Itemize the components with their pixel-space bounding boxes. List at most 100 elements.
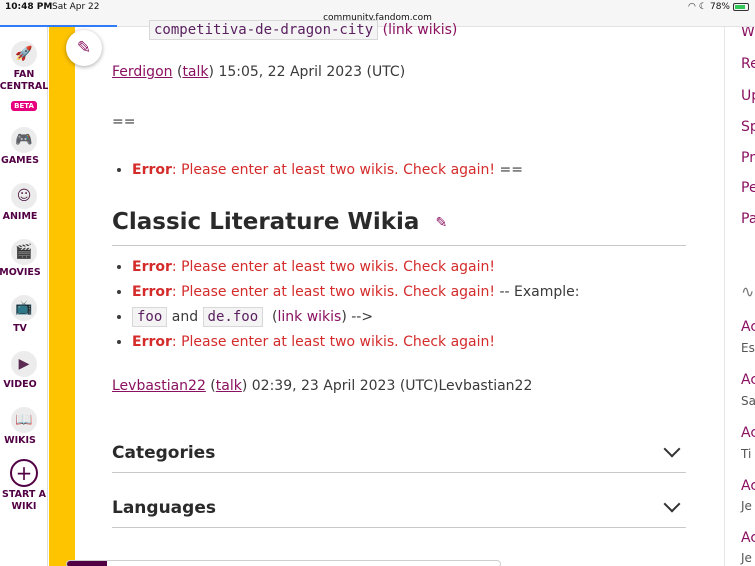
list-item: Error: Please enter at least two wikis. … — [132, 158, 523, 183]
right-rail-link[interactable]: Re — [741, 56, 755, 72]
categories-toggle[interactable]: Categories — [112, 433, 686, 473]
talk-link-2[interactable]: talk — [216, 378, 242, 394]
section-title: Classic Literature Wikia — [112, 209, 420, 235]
rail-item-fan-central[interactable]: 🚀 FAN CENTRAL BETA — [0, 41, 48, 112]
rail-label-movies: MOVIES — [0, 267, 41, 278]
right-rail-link[interactable]: Pr — [741, 150, 755, 166]
battery-icon — [733, 3, 749, 11]
edit-section-icon[interactable]: ✎ — [435, 215, 447, 231]
pencil-icon: ✎ — [76, 38, 92, 58]
rail-item-video[interactable]: ▶ VIDEO — [0, 351, 48, 391]
error-list-1: Error: Please enter at least two wikis. … — [132, 158, 523, 183]
rail-label-games: GAMES — [1, 155, 39, 166]
fandom-rail: 🚀 FAN CENTRAL BETA 🎮 GAMES ☺ ANIME 🎬 MOV… — [0, 27, 48, 566]
right-rail-link[interactable]: Sp — [741, 119, 755, 135]
link-tail: ) --> — [341, 309, 374, 325]
equals-text: == — [112, 114, 136, 130]
rail-item-wikis[interactable]: 📖 WIKIS — [0, 407, 48, 447]
activity-icon: ∿ — [741, 282, 755, 301]
status-time: 10:48 PM — [5, 2, 53, 12]
chevron-down-icon — [663, 440, 681, 458]
clapperboard-icon: 🎬 — [11, 239, 37, 265]
activity-title[interactable]: Ac — [741, 425, 755, 441]
signature-1: Ferdigon (talk) 15:05, 22 April 2023 (UT… — [112, 64, 406, 80]
chevron-down-icon — [663, 495, 681, 513]
rail-label-wikis: WIKIS — [4, 435, 36, 446]
activity-sub: Sa — [741, 394, 755, 408]
code-wiki-name: competitiva-de-dragon-city — [149, 20, 379, 40]
rail-item-start-a-wiki[interactable]: + START A WIKI — [0, 459, 48, 513]
rail-label-fan-central: FAN CENTRAL — [0, 69, 49, 92]
example-suffix: -- Example: — [495, 284, 580, 300]
activity-title[interactable]: Ac — [741, 478, 755, 494]
battery-percent: 78% — [709, 2, 730, 12]
rail-label-anime: ANIME — [2, 211, 38, 222]
right-rail-link[interactable]: Pa — [741, 211, 755, 227]
gamepad-icon: 🎮 — [11, 127, 37, 153]
activity-sub: Es — [741, 341, 755, 355]
user-link-ferdigon[interactable]: Ferdigon — [112, 64, 173, 80]
bottom-toolbar[interactable] — [66, 560, 501, 566]
error-message: : Please enter at least two wikis. Check… — [171, 259, 496, 275]
categories-label: Categories — [112, 443, 216, 463]
wifi-icon: ◠ — [688, 2, 696, 12]
top-snippet: competitiva-de-dragon-city (link wikis) — [149, 20, 458, 40]
error-label: Error — [132, 284, 172, 300]
rail-label-start-a-wiki: START A WIKI — [2, 489, 46, 512]
edit-button[interactable]: ✎ — [66, 30, 102, 66]
activity-title[interactable]: Ac — [741, 319, 755, 335]
section-heading: Classic Literature Wikia ✎ — [112, 209, 686, 246]
book-icon: 📖 — [11, 407, 37, 433]
list-item: Error: Please enter at least two wikis. … — [132, 330, 579, 355]
tv-icon: 📺 — [11, 295, 37, 321]
talk-link-1[interactable]: talk — [182, 64, 208, 80]
moon-icon: ☾ — [698, 2, 707, 12]
activity-sub: Je — [741, 551, 752, 565]
activity-title[interactable]: Ac — [741, 372, 755, 388]
error-message: : Please enter at least two wikis. Check… — [171, 334, 496, 350]
error-message: : Please enter at least two wikis. Check… — [171, 284, 496, 300]
accent-strip — [49, 27, 75, 566]
activity-sub: Ti — [741, 447, 752, 461]
and-word: and — [171, 309, 199, 325]
rail-item-tv[interactable]: 📺 TV — [0, 295, 48, 335]
list-item: foo and de.foo (link wikis) --> — [132, 305, 579, 330]
timestamp-2: 02:39, 23 April 2023 (UTC)Levbastian22 — [247, 378, 533, 394]
list-item: Error: Please enter at least two wikis. … — [132, 255, 579, 280]
languages-label: Languages — [112, 498, 216, 518]
rail-item-movies[interactable]: 🎬 MOVIES — [0, 239, 48, 279]
right-rail-link[interactable]: Up — [741, 88, 755, 104]
rail-label-video: VIDEO — [3, 379, 37, 390]
rocket-icon: 🚀 — [11, 41, 37, 67]
error-label: Error — [132, 259, 172, 275]
beta-badge: BETA — [11, 101, 37, 111]
activity-sub: Je — [741, 499, 752, 513]
activity-title[interactable]: Ac — [741, 530, 755, 546]
anime-face-icon: ☺ — [11, 183, 37, 209]
languages-toggle[interactable]: Languages — [112, 488, 686, 528]
error-message: : Please enter at least two wikis. Check… — [171, 162, 496, 178]
link-wikis[interactable]: link wikis — [278, 309, 342, 325]
error-list-2: Error: Please enter at least two wikis. … — [132, 255, 579, 355]
rail-item-anime[interactable]: ☺ ANIME — [0, 183, 48, 223]
rail-label-tv: TV — [13, 323, 27, 334]
article-content: competitiva-de-dragon-city (link wikis) … — [112, 20, 687, 566]
right-rail-link[interactable]: Pe — [741, 180, 755, 196]
error-label: Error — [132, 162, 172, 178]
error-label: Error — [132, 334, 172, 350]
right-rail-link[interactable]: Wh — [741, 27, 755, 40]
rail-item-games[interactable]: 🎮 GAMES — [0, 127, 48, 167]
signature-2: Levbastian22 (talk) 02:39, 23 April 2023… — [112, 378, 533, 394]
code-de-foo: de.foo — [202, 307, 264, 327]
code-foo: foo — [132, 307, 168, 327]
right-rail: Wh Re Up Sp Pr Pe Pa ∿ Ac Es Ac Sa Ac Ti… — [724, 27, 755, 566]
status-indicators: ◠ ☾ 78% — [688, 2, 749, 12]
user-link-levbastian22[interactable]: Levbastian22 — [112, 378, 206, 394]
timestamp-1: 15:05, 22 April 2023 (UTC) — [218, 64, 406, 80]
play-icon: ▶ — [11, 351, 37, 377]
error-suffix: == — [495, 162, 523, 178]
plus-icon: + — [10, 459, 38, 487]
status-date: Sat Apr 22 — [52, 2, 100, 12]
link-wikis-top[interactable]: (link wikis) — [383, 22, 458, 38]
list-item: Error: Please enter at least two wikis. … — [132, 280, 579, 305]
